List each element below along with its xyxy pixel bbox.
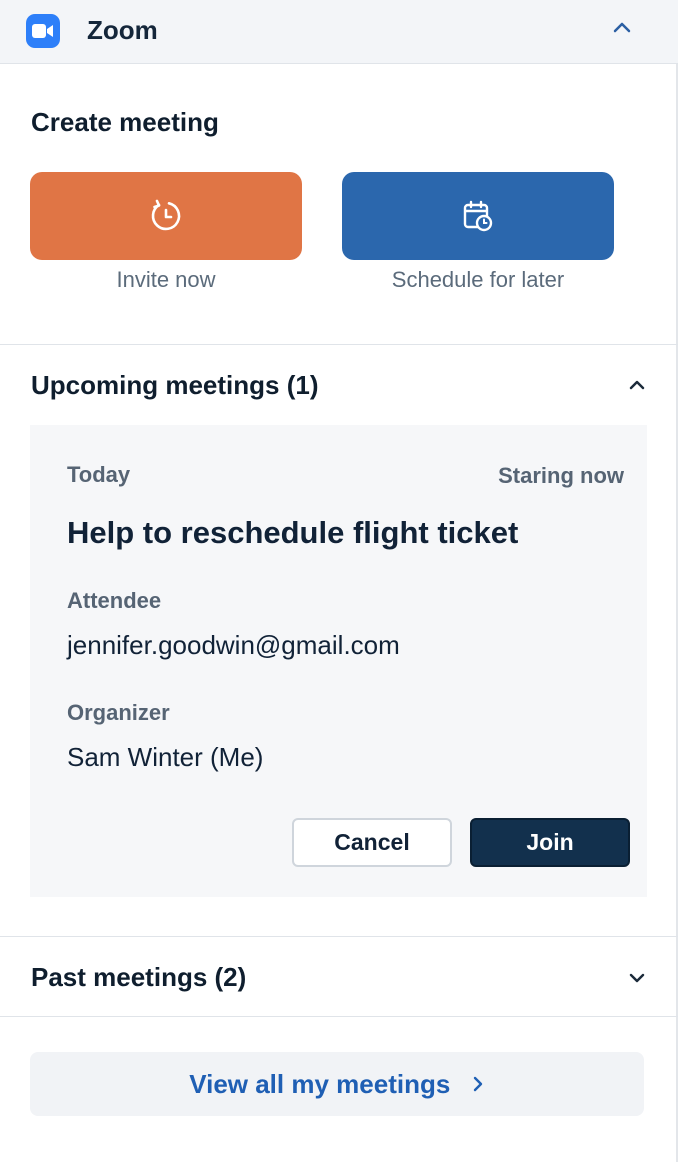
section-divider [0,936,678,937]
cancel-meeting-button[interactable]: Cancel [292,818,452,867]
panel-header[interactable]: Zoom [0,0,678,64]
invite-now-button[interactable] [30,172,302,260]
create-meeting-title: Create meeting [31,107,219,137]
zoom-panel: Zoom Create meeting Invite now Schedule … [0,0,678,1162]
organizer-label: Organizer [67,700,170,725]
calendar-clock-icon [463,200,493,232]
chevron-right-icon [471,1075,485,1098]
app-title: Zoom [87,15,158,45]
chevron-up-icon[interactable] [626,374,648,396]
instant-clock-icon [151,199,181,231]
organizer-value: Sam Winter (Me) [67,742,264,772]
section-divider [0,344,678,345]
meeting-card: Today Staring now Help to reschedule fli… [30,425,647,897]
schedule-later-button[interactable] [342,172,614,260]
meeting-day: Today [67,462,131,487]
chevron-up-icon[interactable] [610,16,634,40]
join-meeting-button[interactable]: Join [470,818,630,867]
meeting-status: Staring now [498,463,624,488]
attendee-label: Attendee [67,588,162,613]
zoom-camera-icon [26,14,60,48]
chevron-down-icon[interactable] [626,967,648,989]
section-divider [0,1016,678,1017]
meeting-title: Help to reschedule flight ticket [67,515,519,550]
view-all-meetings-label: View all my meetings [189,1069,451,1099]
attendee-value: jennifer.goodwin@gmail.com [67,630,400,660]
schedule-later-label: Schedule for later [391,267,565,292]
view-all-meetings-button[interactable]: View all my meetings [30,1052,644,1116]
upcoming-meetings-title[interactable]: Upcoming meetings (1) [31,370,318,401]
past-meetings-title[interactable]: Past meetings (2) [31,962,246,993]
invite-now-label: Invite now [116,267,216,292]
